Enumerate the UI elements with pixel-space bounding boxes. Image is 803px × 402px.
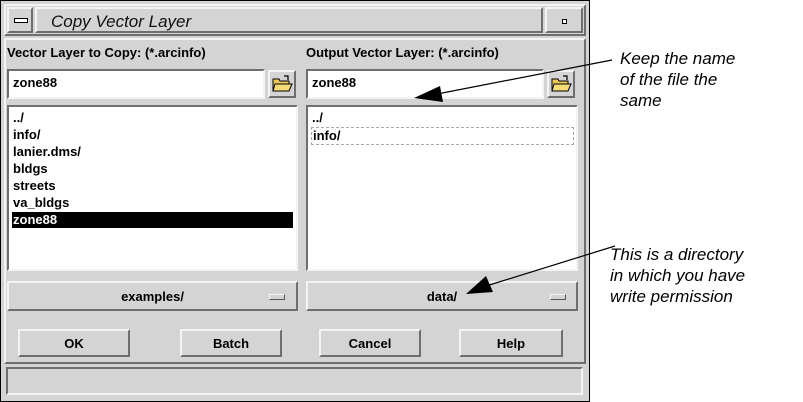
arrow-head-top — [414, 86, 443, 102]
arrow-line-top — [431, 59, 613, 96]
annotation-arrows — [414, 59, 616, 294]
arrow-line-bottom — [482, 245, 616, 288]
arrow-head-bottom — [466, 276, 493, 294]
